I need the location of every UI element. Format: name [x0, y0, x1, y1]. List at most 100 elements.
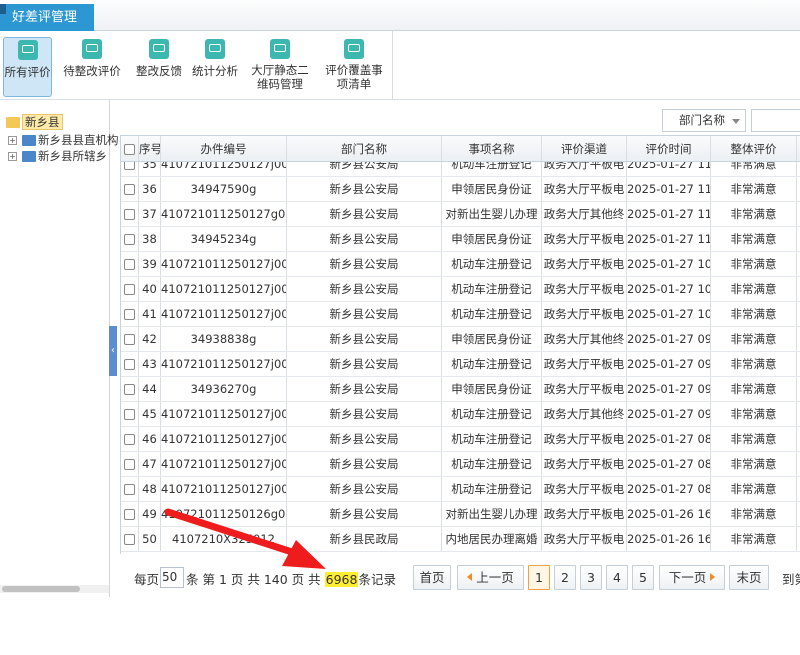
col-header-index[interactable]: 序号 [139, 136, 161, 161]
tree-item-label: 新乡县所辖乡 [38, 149, 107, 163]
table-row[interactable]: 42 34938838g 新乡县公安局 申领居民身份证 政务大厅其他终 2025-01-2… [121, 327, 800, 352]
table-row[interactable]: 38 34945234g 新乡县公安局 申领居民身份证 政务大厅平板电 2025-01-2… [121, 227, 800, 252]
arrow-left-icon [467, 573, 473, 581]
cell-dept: 新乡县公安局 [287, 327, 442, 351]
page-summary-b: 条记录 [358, 572, 396, 587]
all-reviews-button[interactable]: 所有评价 [3, 37, 52, 97]
select-all-checkbox[interactable] [124, 144, 135, 155]
page-button-2[interactable]: 2 [554, 565, 576, 590]
first-page-button[interactable]: 首页 [413, 565, 451, 590]
table-row[interactable]: 40 410721011250127j000 新乡县公安局 机动车注册登记 政务大厅平板… [121, 277, 800, 302]
prev-page-button[interactable]: 上一页 [457, 565, 524, 590]
toolbar-divider [392, 31, 393, 99]
cell-time: 2025-01-27 09: [627, 352, 711, 376]
row-checkbox[interactable] [124, 509, 135, 520]
tree-item-county-agencies[interactable]: + 新乡县县直机构 [8, 132, 119, 148]
page-button-5[interactable]: 5 [632, 565, 654, 590]
expand-icon[interactable]: + [8, 151, 17, 161]
col-header-item[interactable]: 事项名称 [442, 136, 542, 161]
row-checkbox[interactable] [124, 234, 135, 245]
row-checkbox[interactable] [124, 162, 135, 170]
cell-item: 对新出生婴儿办理 [442, 502, 542, 526]
table-row[interactable]: 35 410721011250127j000 新乡县公安局 机动车注册登记 政务大厅平板… [121, 162, 800, 177]
table-row[interactable]: 36 34947590g 新乡县公安局 申领居民身份证 政务大厅平板电 2025-01-2… [121, 177, 800, 202]
statistics-button[interactable]: 统计分析 [188, 37, 242, 97]
goto-label: 到第 [782, 572, 800, 587]
page-size-input[interactable]: 50 [160, 567, 184, 588]
scrollbar-thumb[interactable] [2, 586, 80, 592]
row-checkbox[interactable] [124, 409, 135, 420]
row-checkbox[interactable] [124, 209, 135, 220]
page-button-1[interactable]: 1 [528, 565, 550, 590]
row-checkbox[interactable] [124, 259, 135, 270]
col-header-time[interactable]: 评价时间 [627, 136, 711, 161]
collapse-sidebar-button[interactable]: ‹ [109, 326, 117, 376]
cell-dept: 新乡县公安局 [287, 252, 442, 276]
filter-bar: 部门名称 [117, 103, 800, 135]
coverage-list-label: 评价覆盖事 [325, 63, 383, 77]
qrcode-manage-button[interactable]: 大厅静态二 维码管理 [248, 37, 312, 97]
app-tab[interactable]: 好差评管理 [0, 4, 94, 31]
dept-search-input[interactable] [751, 109, 800, 132]
rectify-feedback-button[interactable]: 整改反馈 [132, 37, 186, 97]
pending-rectify-button[interactable]: 待整改评价 [60, 37, 124, 97]
col-header-dept[interactable]: 部门名称 [287, 136, 442, 161]
cell-rating: 非常满意 [711, 162, 797, 176]
table-row[interactable]: 47 410721011250127j000 新乡县公安局 机动车注册登记 政务大厅平板… [121, 452, 800, 477]
comment-icon [82, 39, 102, 59]
cell-time: 2025-01-27 09: [627, 402, 711, 426]
table-row[interactable]: 41 410721011250127j000 新乡县公安局 机动车注册登记 政务大厅平板… [121, 302, 800, 327]
table-row[interactable]: 48 410721011250127j000 新乡县公安局 机动车注册登记 政务大厅平板… [121, 477, 800, 502]
cell-time: 2025-01-27 11: [627, 162, 711, 176]
expand-icon[interactable]: + [8, 135, 17, 145]
cell-item: 申领居民身份证 [442, 227, 542, 251]
cell-time: 2025-01-27 11: [627, 202, 711, 226]
page-button-3[interactable]: 3 [580, 565, 602, 590]
col-header-channel[interactable]: 评价渠道 [542, 136, 627, 161]
row-checkbox[interactable] [124, 309, 135, 320]
table-row[interactable]: 50 4107210X325012 新乡县民政局 内地居民办理离婚 政务大厅平板电 202… [121, 527, 800, 552]
table-row[interactable]: 45 410721011250127j000 新乡县公安局 机动车注册登记 政务大厅其他… [121, 402, 800, 427]
cell-case-no: 34945234g [161, 227, 287, 251]
table-row[interactable]: 37 410721011250127g000 新乡县公安局 对新出生婴儿办理 政务大厅其… [121, 202, 800, 227]
dept-name-select[interactable]: 部门名称 [662, 109, 746, 132]
row-checkbox[interactable] [124, 459, 135, 470]
qrcode-manage-label-2: 维码管理 [257, 77, 303, 91]
cell-rating: 非常满意 [711, 477, 797, 501]
row-checkbox[interactable] [124, 359, 135, 370]
cell-case-no: 34947590g [161, 177, 287, 201]
tree-root[interactable]: 新乡县 [6, 114, 63, 130]
row-checkbox[interactable] [124, 384, 135, 395]
cell-item: 机动车注册登记 [442, 402, 542, 426]
folder-icon [22, 150, 36, 162]
page-button-4[interactable]: 4 [606, 565, 628, 590]
table-row[interactable]: 43 410721011250127j000 新乡县公安局 机动车注册登记 政务大厅平板… [121, 352, 800, 377]
row-checkbox[interactable] [124, 184, 135, 195]
row-checkbox[interactable] [124, 534, 135, 545]
col-header-case-no[interactable]: 办件编号 [161, 136, 287, 161]
cell-index: 42 [139, 327, 161, 351]
last-page-button[interactable]: 末页 [729, 565, 769, 590]
table-row[interactable]: 49 410721011250126g000 新乡县公安局 对新出生婴儿办理 政务大厅平… [121, 502, 800, 527]
cell-checkbox [121, 162, 139, 176]
cell-case-no: 410721011250126g000 [161, 502, 287, 526]
row-checkbox[interactable] [124, 434, 135, 445]
next-page-button[interactable]: 下一页 [659, 565, 725, 590]
cell-dept: 新乡县公安局 [287, 177, 442, 201]
row-checkbox[interactable] [124, 334, 135, 345]
cell-channel: 政务大厅平板电 [542, 177, 627, 201]
tree-item-county-towns[interactable]: + 新乡县所辖乡 [8, 148, 107, 164]
table-row[interactable]: 39 410721011250127j000 新乡县公安局 机动车注册登记 政务大厅平板… [121, 252, 800, 277]
table-row[interactable]: 44 34936270g 新乡县公安局 申领居民身份证 政务大厅平板电 2025-01-2… [121, 377, 800, 402]
cell-item: 机动车注册登记 [442, 427, 542, 451]
cell-index: 49 [139, 502, 161, 526]
arrow-right-icon [710, 573, 716, 581]
cell-rating: 非常满意 [711, 177, 797, 201]
table-row[interactable]: 46 410721011250127j000 新乡县公安局 机动车注册登记 政务大厅平板… [121, 427, 800, 452]
row-checkbox[interactable] [124, 484, 135, 495]
sidebar-scrollbar[interactable] [0, 585, 109, 593]
row-checkbox[interactable] [124, 284, 135, 295]
coverage-list-button[interactable]: 评价覆盖事 项清单 [322, 37, 386, 97]
col-header-rating[interactable]: 整体评价 [711, 136, 797, 161]
pending-rectify-label: 待整改评价 [63, 64, 121, 78]
